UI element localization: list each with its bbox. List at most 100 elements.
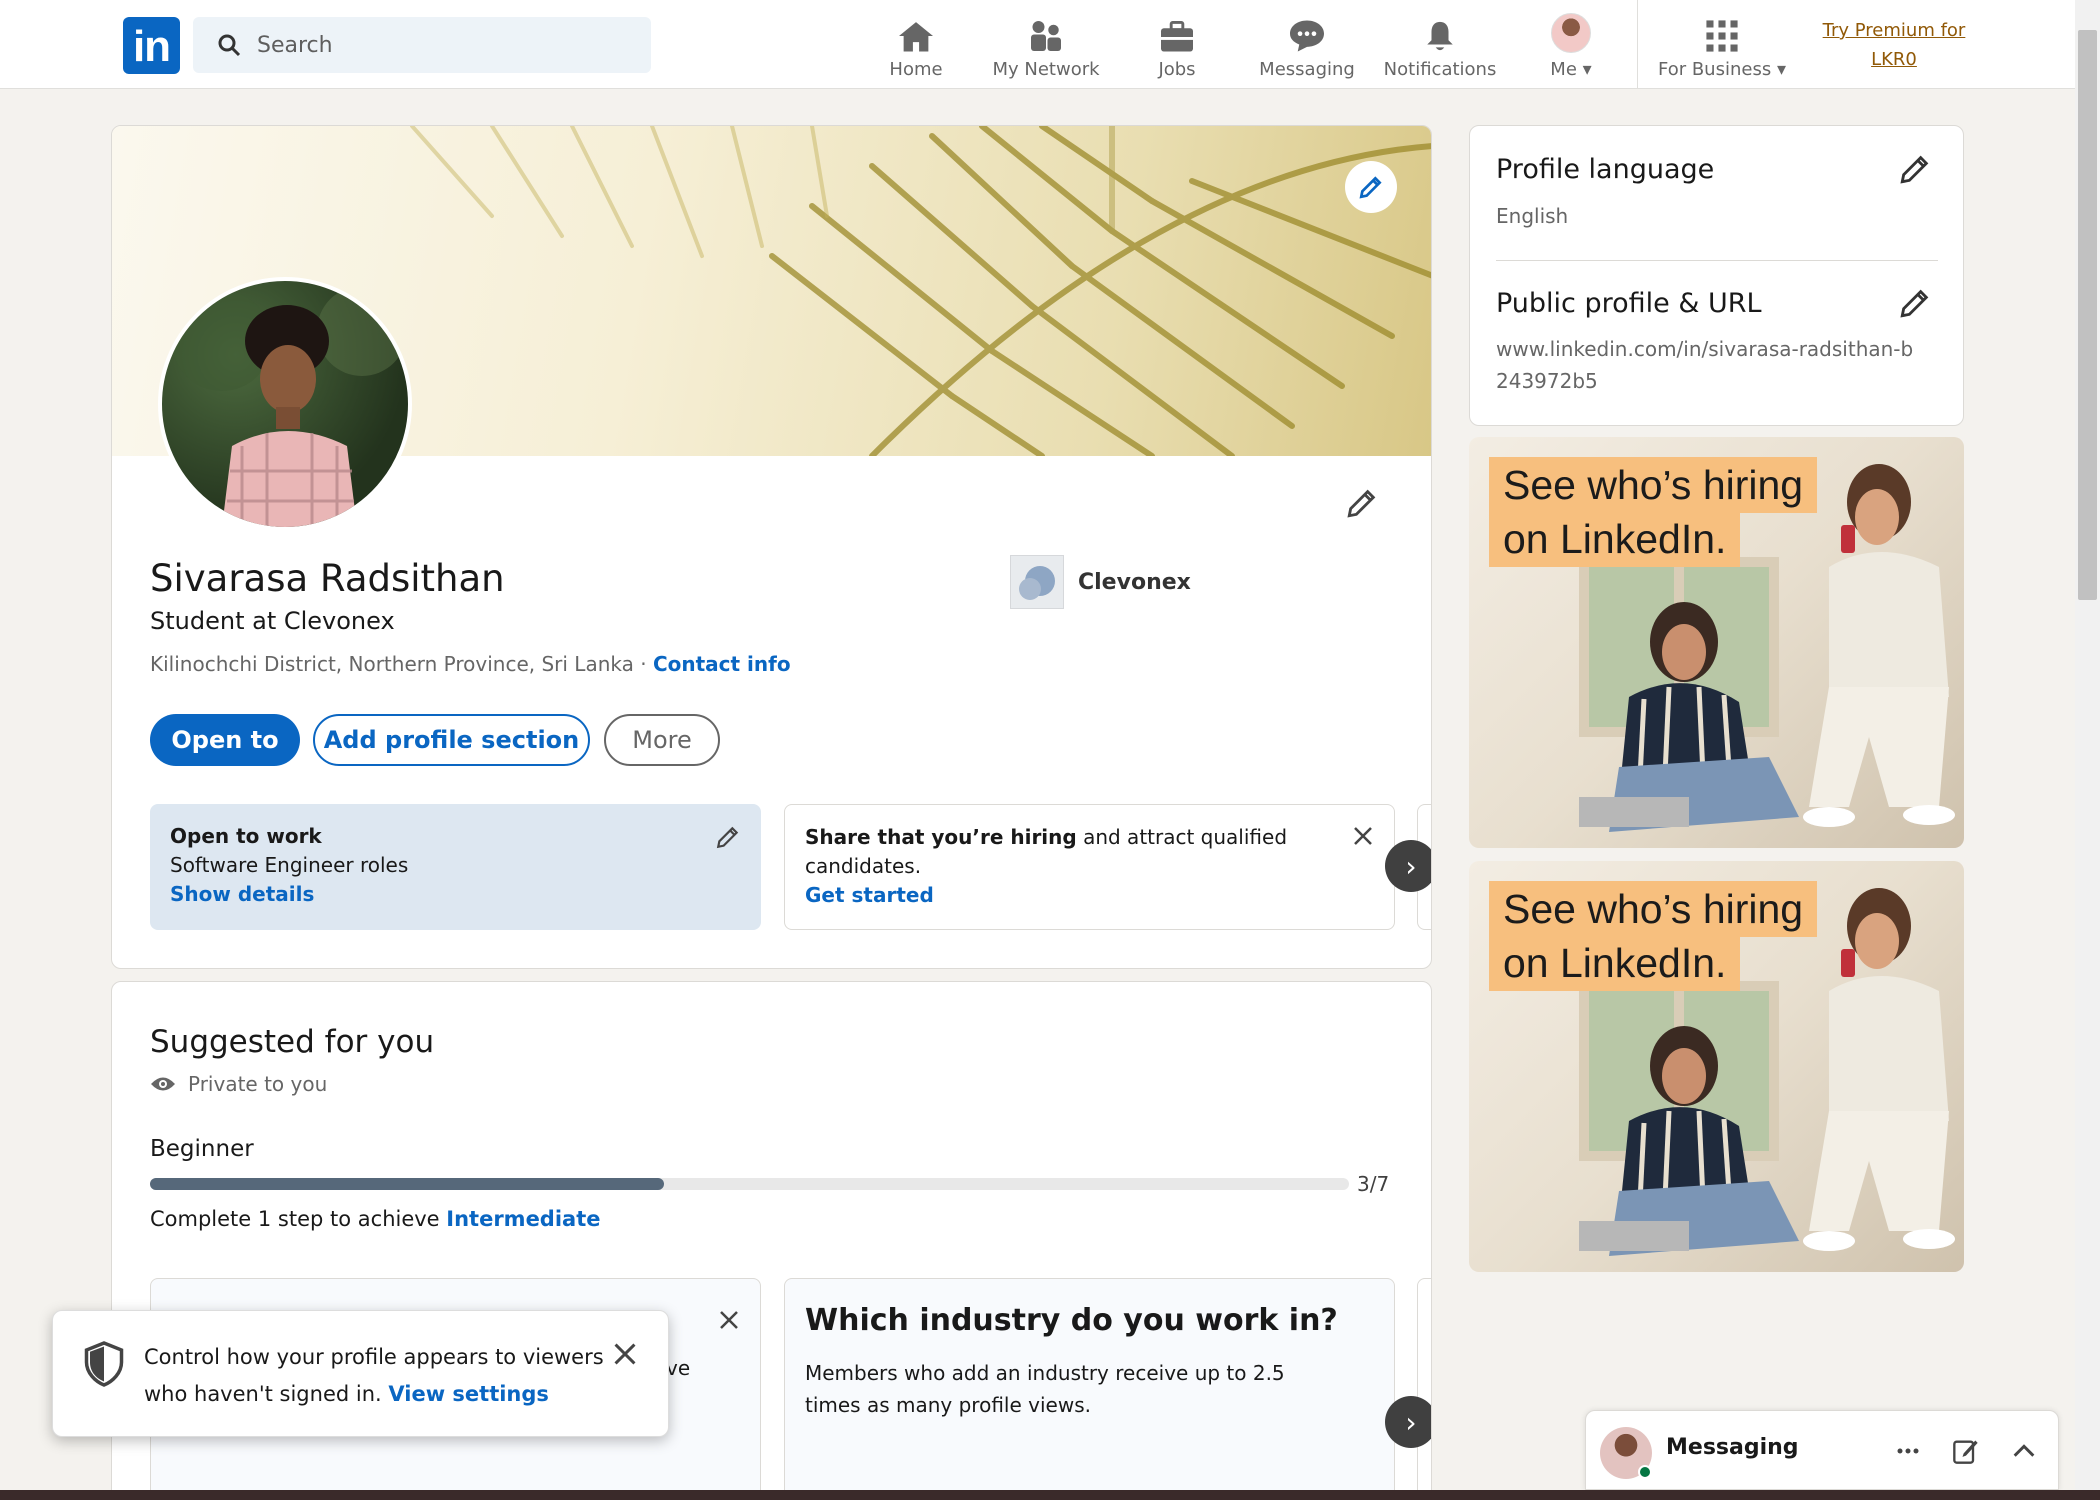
contact-info-link[interactable]: Contact info — [653, 652, 791, 676]
edit-url-button[interactable] — [1898, 286, 1932, 324]
chevron-right-icon: › — [1405, 849, 1417, 883]
messaging-bar[interactable]: Messaging — [1585, 1410, 2059, 1490]
private-to-you-label: Private to you — [188, 1072, 328, 1096]
nav-messaging[interactable]: Messaging — [1257, 10, 1357, 80]
profile-photo-figure — [172, 286, 407, 527]
pencil-icon — [1347, 489, 1376, 518]
search-icon — [218, 34, 241, 57]
edit-banner-button[interactable] — [1345, 161, 1397, 213]
nav-jobs[interactable]: Jobs — [1142, 10, 1212, 80]
compose-icon[interactable] — [1952, 1437, 1980, 1469]
public-profile-title: Public profile & URL — [1496, 288, 1762, 319]
profile-strength-level: Beginner — [150, 1136, 254, 1162]
more-button[interactable]: More — [604, 714, 720, 766]
nav-business-wrap: For Business ▾ — [1658, 59, 1786, 80]
ad-headline-line2: on LinkedIn. — [1489, 511, 1741, 567]
network-icon — [1031, 21, 1061, 51]
carousel-next-button[interactable]: › — [1385, 840, 1431, 892]
search-input[interactable]: Search — [257, 33, 333, 58]
nav-me-label: Me — [1550, 59, 1577, 80]
pencil-icon — [1900, 289, 1929, 318]
open-to-work-card[interactable]: Open to work Software Engineer roles Sho… — [150, 804, 761, 930]
open-to-button[interactable]: Open to — [150, 714, 300, 766]
profile-photo[interactable] — [158, 277, 412, 531]
share-hiring-bold: Share that you’re hiring — [805, 825, 1077, 849]
os-taskbar — [0, 1490, 2100, 1500]
nav-me[interactable]: Me ▾ — [1538, 10, 1604, 80]
intermediate-link[interactable]: Intermediate — [446, 1207, 600, 1231]
chevron-right-icon: › — [1405, 1405, 1417, 1439]
nav-for-business-label: For Business — [1657, 59, 1772, 80]
search-box[interactable]: Search — [193, 17, 651, 73]
suggested-title: Suggested for you — [150, 1024, 435, 1060]
nav-my-network-label: My Network — [992, 59, 1100, 80]
profile-name: Sivarasa Radsithan — [150, 557, 505, 600]
profile-language-value: English — [1496, 204, 1569, 228]
toast-message: Control how your profile appears to view… — [144, 1339, 604, 1413]
chevron-down-icon: ▾ — [1582, 59, 1592, 80]
company-name: Clevonex — [1078, 569, 1191, 595]
nav-jobs-label: Jobs — [1158, 59, 1196, 80]
chevron-down-icon: ▾ — [1776, 59, 1786, 80]
nav-notifications[interactable]: Notifications — [1384, 10, 1496, 80]
nav-for-business[interactable]: For Business ▾ — [1654, 10, 1790, 80]
edit-open-to-work-button[interactable] — [715, 824, 741, 858]
hiring-ad[interactable]: See who’s hiring on LinkedIn. — [1469, 437, 1964, 848]
view-settings-link[interactable]: View settings — [388, 1382, 549, 1406]
grid-icon — [1706, 20, 1738, 52]
current-company[interactable]: Clevonex — [1010, 555, 1191, 609]
add-profile-section-button[interactable]: Add profile section — [313, 714, 590, 766]
suggestion-card-text-fragment: ve — [666, 1356, 691, 1380]
nav-my-network[interactable]: My Network — [990, 10, 1102, 80]
progress-count: 3/7 — [1357, 1172, 1390, 1196]
share-hiring-text: Share that you’re hiring and attract qua… — [805, 823, 1334, 881]
top-navigation: in Search Home My Network Jobs Messaging… — [0, 0, 2075, 89]
profile-location: Kilinochchi District, Northern Province,… — [150, 652, 653, 676]
industry-description: Members who add an industry receive up t… — [805, 1361, 1285, 1417]
nav-notifications-label: Notifications — [1383, 59, 1497, 80]
scrollbar-thumb[interactable] — [2078, 30, 2097, 600]
pencil-icon — [716, 826, 739, 849]
next-step-text: Complete 1 step to achieve Intermediate — [150, 1207, 601, 1231]
online-status-dot — [1638, 1465, 1652, 1479]
nav-me-wrap: Me ▾ — [1550, 59, 1591, 80]
nav-divider — [1637, 0, 1638, 89]
open-to-work-roles: Software Engineer roles — [170, 853, 409, 877]
chat-icon — [1290, 20, 1324, 52]
nav-home[interactable]: Home — [880, 10, 952, 80]
close-icon[interactable] — [1352, 825, 1374, 855]
shield-icon — [84, 1341, 124, 1387]
edit-language-button[interactable] — [1898, 152, 1932, 190]
hiring-ad[interactable]: See who’s hiring on LinkedIn. — [1469, 861, 1964, 1272]
close-icon[interactable] — [718, 1309, 740, 1335]
carousel-next-card-peek — [1417, 1278, 1431, 1500]
ad-headline-line1: See who’s hiring — [1489, 457, 1818, 513]
chevron-up-icon[interactable] — [2010, 1437, 2038, 1469]
divider — [1496, 260, 1938, 261]
edit-intro-button[interactable] — [1345, 486, 1379, 524]
messaging-actions — [1894, 1437, 2038, 1469]
more-options-icon[interactable] — [1894, 1437, 1922, 1469]
show-details-link[interactable]: Show details — [170, 880, 741, 909]
try-premium-link[interactable]: Try Premium for LKR0 — [1808, 16, 1980, 74]
carousel-next-button[interactable]: › — [1385, 1396, 1431, 1448]
nav-messaging-label: Messaging — [1259, 59, 1355, 80]
briefcase-icon — [1161, 21, 1193, 52]
profile-settings-card: Profile language English Public profile … — [1469, 125, 1964, 426]
profile-language-title: Profile language — [1496, 154, 1715, 185]
home-icon — [899, 22, 933, 52]
profile-location-row: Kilinochchi District, Northern Province,… — [150, 652, 791, 676]
avatar — [1551, 13, 1591, 53]
progress-fill — [150, 1178, 664, 1190]
linkedin-logo[interactable]: in — [123, 17, 180, 74]
share-hiring-card[interactable]: Share that you’re hiring and attract qua… — [784, 804, 1395, 930]
open-to-work-title: Open to work — [170, 824, 322, 848]
public-profile-url: www.linkedin.com/in/sivarasa-radsithan-b… — [1496, 337, 1914, 393]
eye-icon — [151, 1077, 175, 1091]
get-started-link[interactable]: Get started — [805, 881, 1334, 910]
ad-headline-line2: on LinkedIn. — [1489, 935, 1741, 991]
nav-home-label: Home — [889, 59, 943, 80]
industry-title: Which industry do you work in? — [805, 1303, 1338, 1338]
company-logo — [1010, 555, 1064, 609]
close-icon[interactable] — [612, 1341, 638, 1371]
